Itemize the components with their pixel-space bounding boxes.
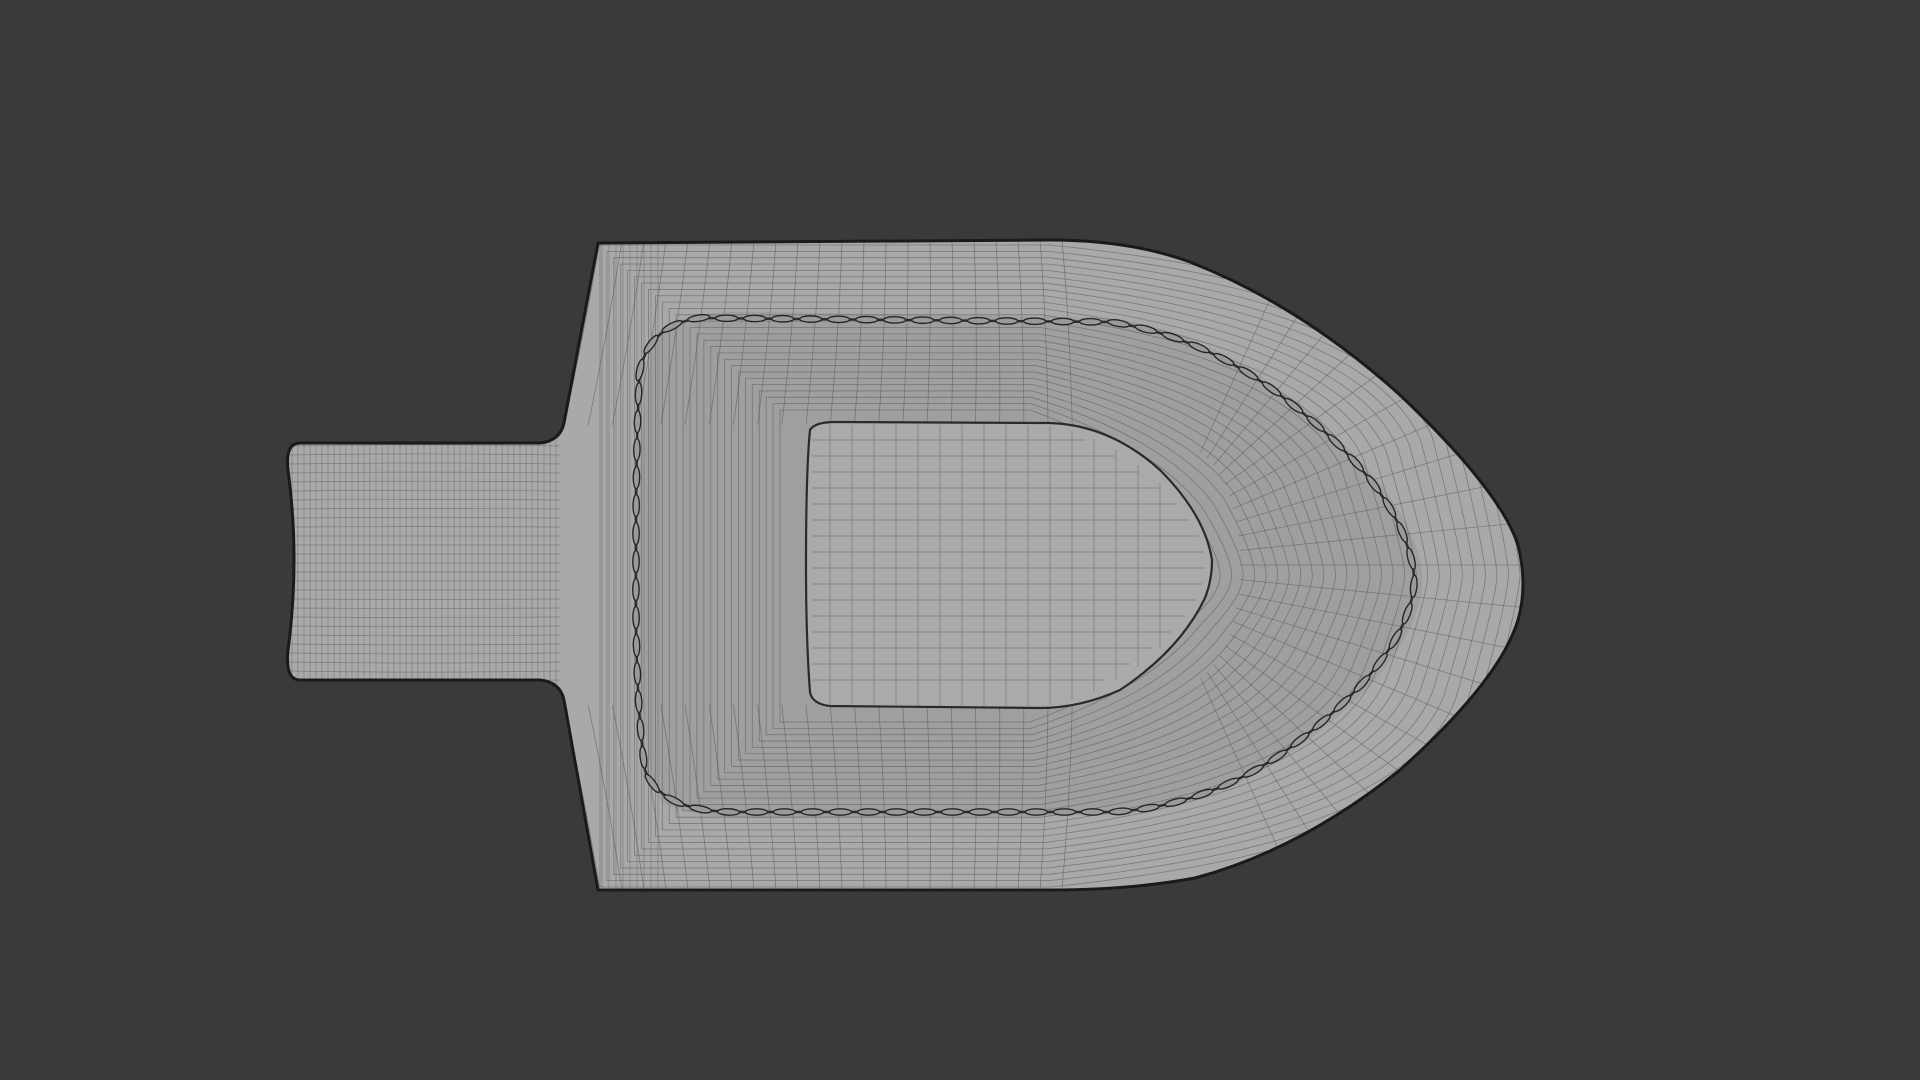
stitch bbox=[882, 315, 907, 324]
stitch bbox=[632, 605, 640, 630]
stitch bbox=[798, 315, 823, 323]
stitch bbox=[826, 315, 851, 324]
stitch bbox=[632, 465, 641, 490]
stitch bbox=[632, 633, 641, 658]
stitch bbox=[742, 314, 767, 323]
stitch bbox=[632, 549, 640, 574]
stitch bbox=[856, 808, 881, 816]
stitch bbox=[912, 808, 937, 816]
stitch bbox=[632, 521, 640, 546]
stitch bbox=[634, 381, 643, 406]
stitch bbox=[828, 808, 853, 816]
stitch bbox=[744, 808, 769, 816]
stitch bbox=[1078, 317, 1103, 326]
stitch bbox=[633, 409, 642, 434]
stitch bbox=[1052, 808, 1077, 816]
stitch bbox=[632, 437, 641, 462]
stitch bbox=[634, 689, 643, 714]
stitch bbox=[1050, 317, 1075, 326]
stitch bbox=[940, 808, 965, 816]
3d-viewport[interactable] bbox=[0, 0, 1920, 1080]
stitch bbox=[1022, 317, 1047, 326]
stitch bbox=[770, 314, 795, 323]
stitch bbox=[632, 577, 640, 602]
stitch bbox=[994, 317, 1019, 325]
wireframe-model[interactable] bbox=[0, 0, 1920, 1080]
stitch bbox=[910, 316, 935, 325]
stitch bbox=[633, 661, 642, 686]
stitch bbox=[800, 808, 825, 816]
stitch bbox=[966, 316, 991, 325]
stitch bbox=[968, 808, 993, 816]
stitch bbox=[716, 808, 741, 816]
stitch bbox=[1080, 808, 1105, 816]
stitch bbox=[714, 314, 739, 323]
stitch bbox=[854, 315, 879, 324]
stitch bbox=[938, 316, 963, 325]
stitch bbox=[884, 808, 909, 816]
stitch bbox=[772, 808, 797, 816]
stitch bbox=[1024, 808, 1049, 816]
stitch bbox=[632, 493, 641, 518]
raised-pad[interactable] bbox=[804, 420, 1214, 710]
stitch bbox=[996, 808, 1021, 816]
